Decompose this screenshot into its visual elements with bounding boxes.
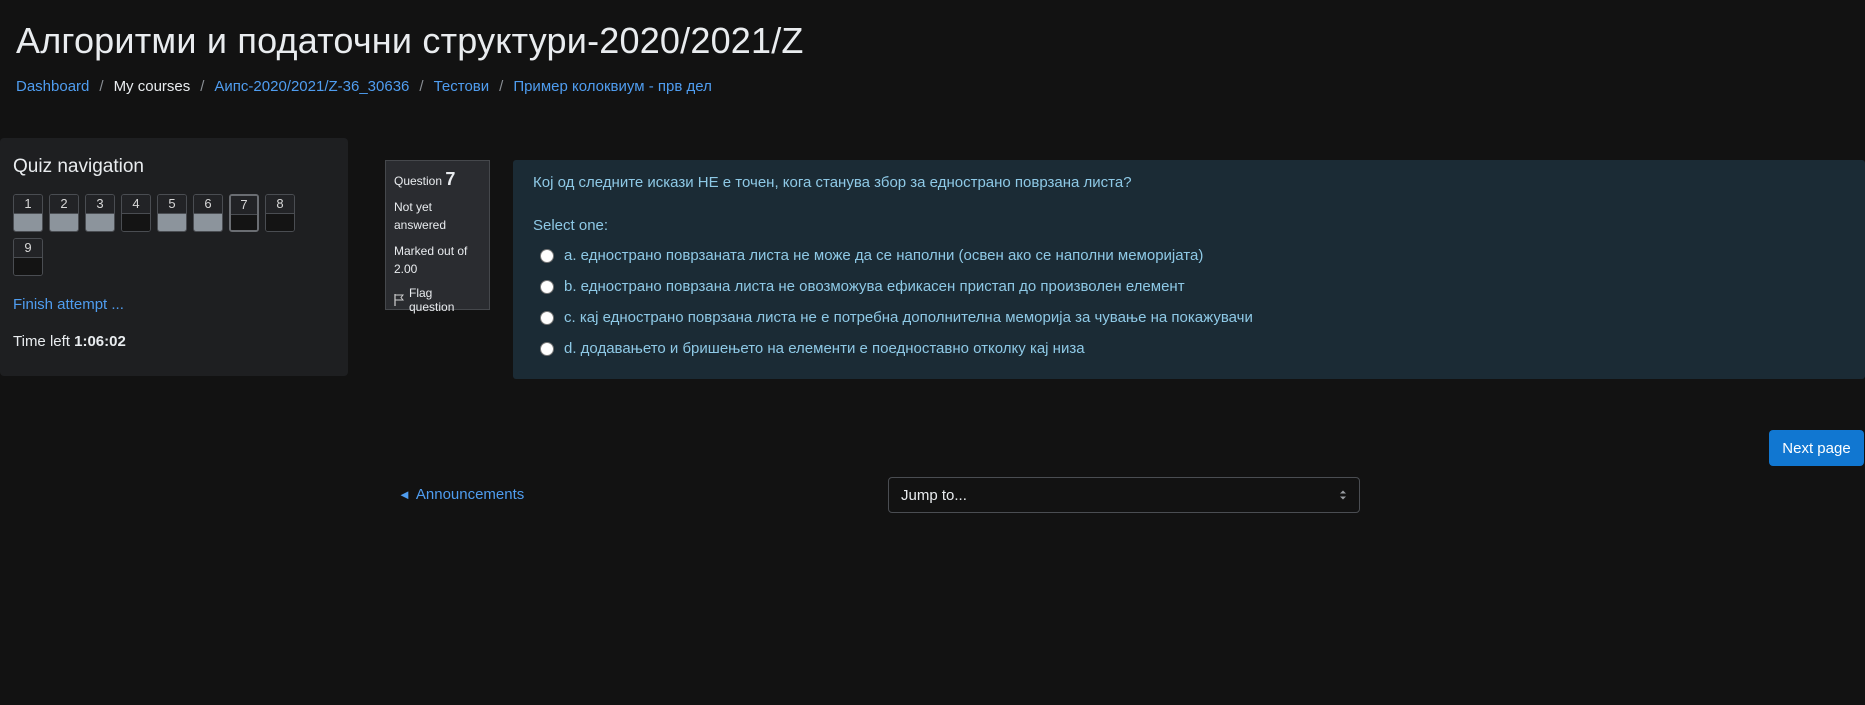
answer-option-b[interactable]: b. еднострано поврзана листа не овозможу… — [533, 271, 1845, 302]
quiz-nav-button-5[interactable]: 5 — [157, 194, 187, 232]
answer-option-c[interactable]: c. кај еднострано поврзана листа не е по… — [533, 302, 1845, 333]
answer-option-d[interactable]: d. додавањето и бришењето на елементи е … — [533, 333, 1845, 364]
quiz-nav-button-label: 2 — [50, 195, 78, 213]
answer-label: d. додавањето и бришењето на елементи е … — [564, 340, 1085, 357]
quiz-nav-button-1[interactable]: 1 — [13, 194, 43, 232]
answer-label: b. еднострано поврзана листа не овозможу… — [564, 278, 1185, 295]
quiz-nav-button-status — [194, 213, 222, 231]
time-left-label: Time left — [13, 333, 70, 350]
quiz-nav-button-status — [50, 213, 78, 231]
page-title: Алгоритми и податочни структури-2020/202… — [16, 20, 804, 61]
question-state: Not yet answered — [394, 200, 447, 232]
time-left-value: 1:06:02 — [74, 333, 126, 350]
quiz-nav-button-status — [122, 213, 150, 231]
question-info-box: Question 7 Not yet answered Marked out o… — [385, 160, 490, 314]
select-caret-icon — [1340, 490, 1346, 500]
quiz-nav-button-label: 5 — [158, 195, 186, 213]
question-number-label: Question — [394, 174, 443, 188]
next-page-button[interactable]: Next page — [1769, 430, 1864, 466]
quiz-nav-button-label: 1 — [14, 195, 42, 213]
quiz-nav-button-label: 6 — [194, 195, 222, 213]
flag-question-label: Flag question — [409, 286, 455, 314]
jump-to-value: Jump to... — [901, 486, 967, 504]
answer-radio[interactable] — [540, 279, 554, 294]
breadcrumb-separator: / — [499, 78, 504, 95]
quiz-navigation-block: Quiz navigation 1 2 3 4 5 6 7 8 9 Finish… — [0, 138, 348, 376]
finish-attempt-link[interactable]: Finish attempt ... — [13, 296, 335, 313]
previous-activity-label: Announcements — [415, 486, 525, 503]
select-one-prompt: Select one: — [533, 217, 609, 234]
jump-to-select[interactable]: Jump to... — [888, 477, 1360, 513]
quiz-nav-button-status — [231, 214, 257, 230]
quiz-nav-button-label: 8 — [266, 195, 294, 213]
answer-label: a. еднострано поврзаната листа не може д… — [564, 247, 1204, 264]
answer-option-a[interactable]: a. еднострано поврзаната листа не може д… — [533, 240, 1845, 271]
question-number: Question 7 — [394, 169, 481, 190]
breadcrumb-quiz[interactable]: Пример колоквиум - прв дел — [513, 78, 712, 95]
quiz-nav-button-2[interactable]: 2 — [49, 194, 79, 232]
answer-label: c. кај еднострано поврзана листа не е по… — [564, 309, 1253, 326]
quiz-nav-button-status — [158, 213, 186, 231]
quiz-nav-button-status — [14, 257, 42, 275]
quiz-navigation-title: Quiz navigation — [13, 156, 144, 177]
quiz-nav-button-status — [266, 213, 294, 231]
quiz-nav-button-label: 3 — [86, 195, 114, 213]
quiz-nav-button-3[interactable]: 3 — [85, 194, 115, 232]
quiz-nav-button-9[interactable]: 9 — [13, 238, 43, 276]
quiz-nav-button-label: 7 — [231, 196, 257, 214]
answer-radio[interactable] — [540, 310, 554, 325]
breadcrumb-separator: / — [200, 78, 205, 95]
breadcrumb-course[interactable]: Аипс-2020/2021/Z-36_30636 — [214, 78, 409, 95]
question-number-value: 7 — [445, 169, 456, 189]
question-text: Кој од следните искази НЕ е точен, кога … — [533, 174, 1132, 191]
answer-radio[interactable] — [540, 248, 554, 263]
quiz-nav-button-status — [86, 213, 114, 231]
question-grade: Marked out of 2.00 — [394, 244, 468, 276]
quiz-nav-button-status — [14, 213, 42, 231]
breadcrumb-tests[interactable]: Тестови — [434, 78, 490, 95]
quiz-nav-button-6[interactable]: 6 — [193, 194, 223, 232]
breadcrumb-my-courses: My courses — [113, 78, 191, 95]
time-left: Time left 1:06:02 — [13, 333, 335, 350]
breadcrumb-separator: / — [419, 78, 424, 95]
quiz-nav-button-8[interactable]: 8 — [265, 194, 295, 232]
quiz-nav-button-label: 4 — [122, 195, 150, 213]
breadcrumb: Dashboard / My courses / Аипс-2020/2021/… — [16, 78, 712, 95]
previous-activity-link[interactable]: ◄ Announcements — [398, 486, 524, 503]
arrow-left-icon: ◄ — [398, 487, 411, 502]
flag-icon — [394, 294, 404, 306]
quiz-navigation-buttons: 1 2 3 4 5 6 7 8 9 — [13, 194, 333, 282]
quiz-nav-button-label: 9 — [14, 239, 42, 257]
quiz-nav-button-4[interactable]: 4 — [121, 194, 151, 232]
breadcrumb-separator: / — [99, 78, 104, 95]
flag-question-button[interactable]: Flag question — [394, 286, 481, 314]
quiz-nav-button-7[interactable]: 7 — [229, 194, 259, 232]
answer-radio[interactable] — [540, 341, 554, 356]
breadcrumb-dashboard[interactable]: Dashboard — [16, 78, 89, 95]
question-content: Кој од следните искази НЕ е точен, кога … — [513, 160, 1865, 379]
